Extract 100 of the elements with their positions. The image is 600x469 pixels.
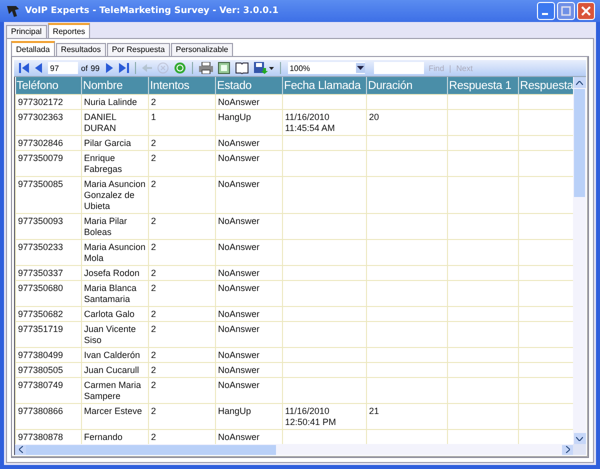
tab[interactable]: Personalizable: [170, 43, 234, 56]
maximize-icon: [561, 6, 571, 16]
export-button[interactable]: [252, 61, 275, 75]
close-button[interactable]: [577, 2, 595, 20]
table-cell: 977350337: [18, 268, 64, 278]
table-cell: HangUp: [218, 112, 252, 122]
tab[interactable]: Reportes: [48, 23, 90, 38]
column-header[interactable]: Nombre: [82, 77, 148, 94]
page-setup-button[interactable]: [234, 61, 250, 75]
table-cell: Enrique Fabregas: [84, 153, 122, 174]
table-cell: 977380878: [18, 432, 64, 442]
table-cell: 977380499: [18, 350, 64, 360]
minimize-icon: [542, 13, 548, 15]
window-title: VoIP Experts - TeleMarketing Survey - Ver: 3.0.0.1: [25, 6, 280, 16]
table-cell: NoAnswer: [218, 153, 260, 163]
column-header[interactable]: Fecha Llamada: [282, 77, 366, 94]
table-cell: Fernando: [84, 432, 123, 442]
column-header[interactable]: Respuesta: [518, 77, 573, 94]
table-cell: 2: [151, 153, 156, 163]
table-cell: Juan Vicente Siso: [84, 324, 136, 345]
close-icon: [581, 6, 591, 16]
table-cell: 2: [151, 179, 156, 189]
tab[interactable]: Resultados: [56, 43, 106, 56]
table-cell: NoAnswer: [218, 283, 260, 293]
table-cell: NoAnswer: [218, 350, 260, 360]
scroll-down-icon[interactable]: [576, 436, 583, 440]
table-cell: Pilar Garcia: [84, 138, 132, 148]
table-cell: 11/16/2010 12:50:41 PM: [285, 406, 336, 427]
table-cell: 977302846: [18, 138, 64, 148]
scroll-left-icon[interactable]: [18, 446, 22, 453]
table-cell: NoAnswer: [218, 365, 260, 375]
table-cell: 977350079: [18, 153, 64, 163]
table-cell: Maria Pilar Boleas: [84, 216, 128, 237]
table-cell: NoAnswer: [218, 324, 260, 334]
app-icon: [5, 3, 21, 19]
table-cell: NoAnswer: [218, 380, 260, 390]
table-cell: 21: [369, 406, 380, 416]
table-cell: 2: [151, 406, 156, 416]
column-header[interactable]: Estado: [216, 77, 282, 94]
table-cell: Maria Blanca Santamaria: [84, 283, 137, 304]
dropdown-arrow-icon: [356, 66, 364, 70]
table-cell: Josefa Rodon: [84, 268, 140, 278]
table-cell: 2: [151, 350, 156, 360]
column-header[interactable]: Duración: [366, 77, 448, 94]
table-cell: 2: [151, 242, 156, 252]
separator-label: |: [449, 64, 452, 72]
table-cell: Maria Asuncion Mola: [84, 242, 146, 263]
page-field[interactable]: 97: [48, 62, 78, 74]
table-cell: Ivan Calderón: [84, 350, 140, 360]
print-button[interactable]: [198, 61, 214, 75]
tab[interactable]: Principal: [6, 25, 47, 38]
table-cell: DANIEL DURAN: [84, 112, 116, 133]
table-cell: NoAnswer: [218, 97, 260, 107]
table-cell: 2: [151, 380, 156, 390]
table-cell: 977380505: [18, 365, 64, 375]
table-cell: Carlota Galo: [84, 309, 135, 319]
table-cell: Juan Cucarull: [84, 365, 140, 375]
column-header[interactable]: Respuesta 1: [448, 77, 518, 94]
table-cell: NoAnswer: [218, 268, 260, 278]
table-cell: Maria Asuncion Gonzalez de Ubieta: [84, 179, 146, 211]
table-cell: 977350233: [18, 242, 64, 252]
scroll-up-icon[interactable]: [576, 80, 583, 84]
table-cell: 2: [151, 138, 156, 148]
table-cell: 2: [151, 365, 156, 375]
table-cell: NoAnswer: [218, 242, 260, 252]
scrollbar-corner: [573, 444, 586, 455]
scroll-right-icon[interactable]: [566, 446, 570, 453]
maximize-button[interactable]: [557, 2, 575, 20]
previous-page-button[interactable]: [33, 61, 45, 75]
tab[interactable]: Detallada: [11, 41, 55, 56]
table-cell: 977302172: [18, 97, 64, 107]
first-page-button[interactable]: [18, 61, 30, 75]
table-cell: 977350093: [18, 216, 64, 226]
column-header[interactable]: Teléfono: [16, 77, 82, 94]
table-cell: Marcer Esteve: [84, 406, 142, 416]
vertical-scrollbar[interactable]: [573, 77, 586, 444]
table-cell: 977350680: [18, 283, 64, 293]
minimize-button[interactable]: [537, 2, 555, 20]
zoom-dropdown[interactable]: 100%: [288, 62, 365, 74]
table-cell: 2: [151, 216, 156, 226]
table-cell: NoAnswer: [218, 138, 260, 148]
table-cell: Nuria Lalinde: [84, 97, 138, 107]
tab[interactable]: Por Respuesta: [106, 43, 170, 56]
table-cell: 2: [151, 432, 156, 442]
last-page-button[interactable]: [118, 61, 130, 75]
table-cell: NoAnswer: [218, 216, 260, 226]
horizontal-scrollbar[interactable]: [15, 444, 573, 455]
table-cell: NoAnswer: [218, 179, 260, 189]
table-cell: 1: [151, 112, 156, 122]
page-layout-button[interactable]: [216, 61, 231, 75]
table-cell: 977350085: [18, 179, 64, 189]
column-header[interactable]: Intentos: [148, 77, 216, 94]
table-cell: 977302363: [18, 112, 64, 122]
table-cell: 977351719: [18, 324, 64, 334]
refresh-button[interactable]: [172, 61, 187, 75]
find-field[interactable]: [374, 62, 424, 74]
table-cell: 977380866: [18, 406, 64, 416]
table-cell: 2: [151, 283, 156, 293]
table-cell: NoAnswer: [218, 309, 260, 319]
table-cell: Carmen Maria Sampere: [84, 380, 142, 401]
